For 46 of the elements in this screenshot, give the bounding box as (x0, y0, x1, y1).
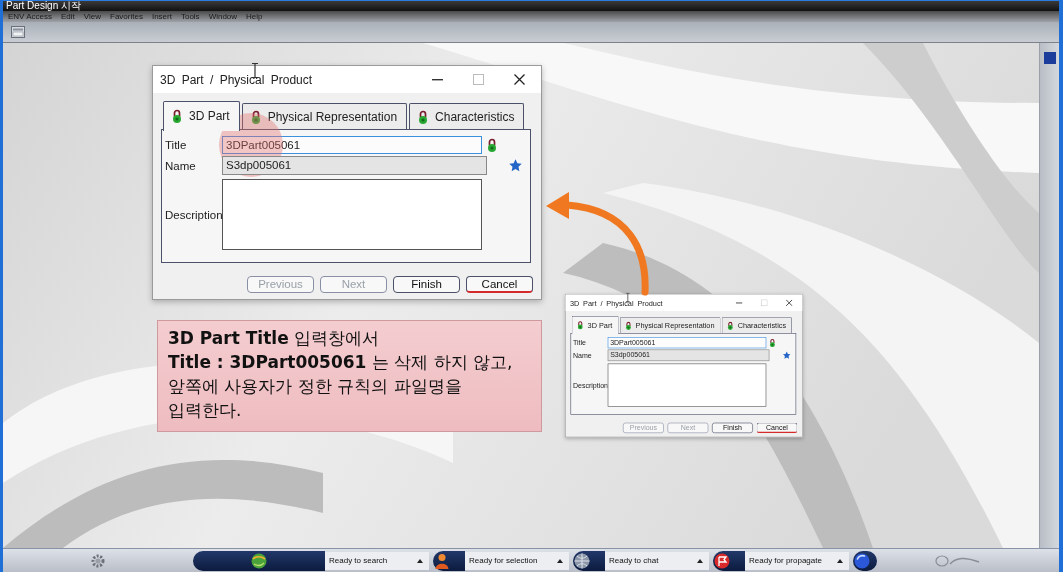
status-field[interactable]: Ready to search (325, 551, 429, 570)
menu-item[interactable]: Edit (61, 11, 75, 22)
menu-item[interactable]: Help (246, 11, 263, 22)
caret-icon[interactable] (837, 558, 843, 563)
person-icon[interactable] (434, 552, 450, 569)
description-field[interactable] (607, 363, 767, 407)
caret-icon[interactable] (557, 558, 563, 563)
title-field[interactable]: 3DPart005061 (222, 136, 482, 154)
lock-icon (172, 109, 182, 124)
status-field[interactable]: Ready for selection (465, 551, 569, 570)
gear-icon[interactable] (91, 553, 105, 568)
star-icon[interactable] (509, 159, 522, 172)
tab[interactable]: Physical Representation (241, 103, 408, 129)
menu-item[interactable]: ENV Access (8, 11, 52, 22)
dialog-title: 3D Part / Physical Product (160, 72, 313, 87)
status-field[interactable]: Ready for propagate (745, 551, 849, 570)
description-field[interactable] (222, 179, 482, 250)
status-field[interactable]: Ready to chat (605, 551, 709, 570)
close-icon[interactable] (514, 74, 525, 85)
field-label: Name (165, 159, 197, 172)
caret-icon[interactable] (417, 558, 423, 563)
menu-item[interactable]: Window (208, 11, 238, 22)
globe-icon[interactable] (574, 552, 590, 569)
star-icon[interactable] (782, 351, 791, 360)
orb-icon[interactable] (854, 552, 870, 569)
flag-icon[interactable] (714, 552, 730, 569)
field-label: Title (165, 139, 188, 151)
name-field[interactable]: S3dp005061 (222, 156, 487, 175)
caret-icon[interactable] (697, 558, 703, 563)
window-icon[interactable] (11, 26, 25, 38)
tab[interactable]: 3D Part (163, 101, 240, 131)
dialog-button[interactable]: Finish (393, 276, 460, 293)
field-label: Description (165, 208, 222, 221)
logo-icon (935, 554, 981, 567)
menu-item[interactable]: Tools (180, 11, 200, 22)
app-title: Part Design 시작 (6, 1, 82, 11)
globe-icon[interactable] (251, 552, 267, 569)
lock-icon (250, 109, 261, 124)
menu-item[interactable]: View (83, 11, 101, 22)
callout-text: 3D Part Title 입력창에서 Title : 3DPart005061 는 삭제 하지 않고, 앞쪽에 사용자가 정한 규칙의 파일명을 입력한다. (168, 327, 514, 422)
square-icon[interactable] (1043, 52, 1056, 64)
menu-item[interactable]: Insert (151, 11, 172, 22)
tab[interactable]: Characteristics (409, 103, 525, 129)
menu-item[interactable]: Favorites (110, 11, 143, 22)
dialog-button[interactable]: Cancel (466, 276, 533, 293)
lock-icon (418, 109, 429, 124)
